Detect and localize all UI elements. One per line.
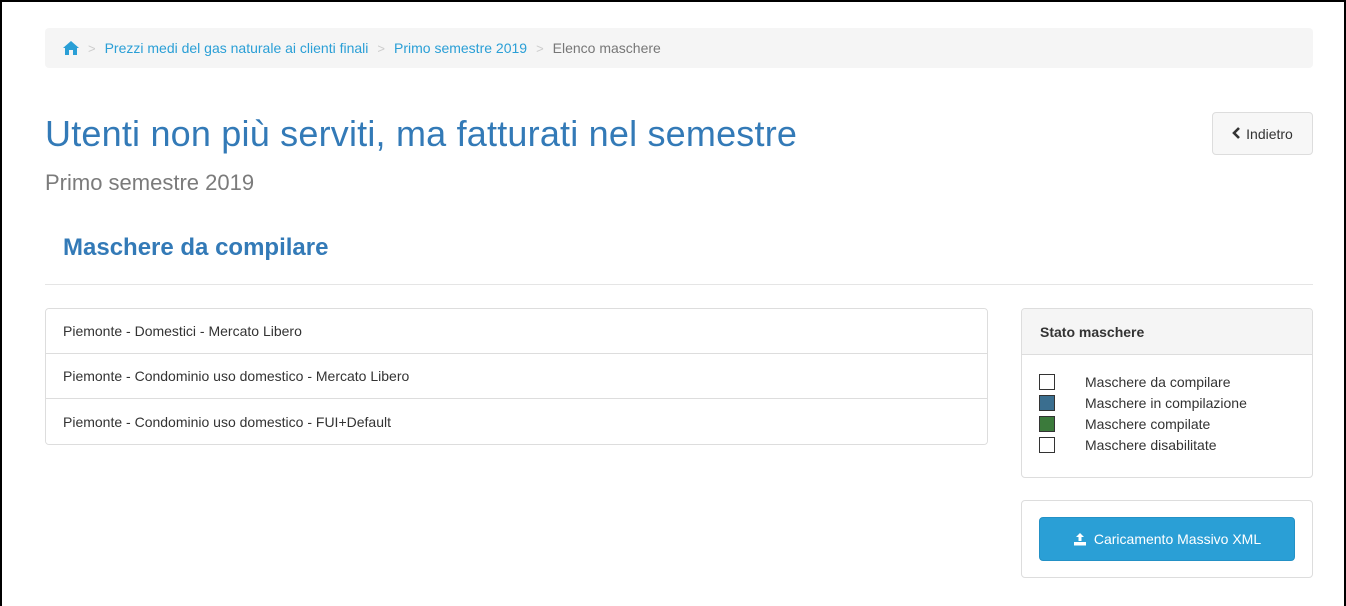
status-panel-title: Stato maschere [1022,309,1312,355]
back-button[interactable]: Indietro [1212,112,1313,155]
upload-icon [1073,532,1087,546]
bulk-xml-upload-button[interactable]: Caricamento Massivo XML [1039,517,1295,561]
legend-label: Maschere disabilitate [1085,436,1217,453]
legend-item: Maschere compilate [1039,413,1312,434]
divider [45,284,1313,285]
masks-list: Piemonte - Domestici - Mercato Libero Pi… [45,308,988,445]
breadcrumb: > Prezzi medi del gas naturale ai client… [45,28,1313,68]
legend-item: Maschere disabilitate [1039,434,1312,455]
list-item[interactable]: Piemonte - Condominio uso domestico - Me… [46,354,987,399]
breadcrumb-link-gas-prices[interactable]: Prezzi medi del gas naturale ai clienti … [105,40,369,56]
breadcrumb-separator: > [88,40,96,56]
legend-swatch-in-compilazione [1039,394,1055,411]
list-item[interactable]: Piemonte - Condominio uso domestico - FU… [46,399,987,444]
legend-swatch-disabilitate [1039,436,1055,453]
back-button-label: Indietro [1246,125,1293,142]
breadcrumb-separator: > [536,40,544,56]
home-icon[interactable] [63,41,79,55]
list-item[interactable]: Piemonte - Domestici - Mercato Libero [46,309,987,354]
legend-label: Maschere da compilare [1085,373,1231,390]
breadcrumb-current: Elenco maschere [552,40,661,56]
upload-panel: Caricamento Massivo XML [1021,500,1313,578]
chevron-left-icon [1232,126,1241,142]
page-subtitle: Primo semestre 2019 [45,170,255,195]
legend-label: Maschere compilate [1085,415,1211,432]
page-title: Utenti non più serviti, ma fatturati nel… [45,113,798,154]
status-legend: Maschere da compilare Maschere in compil… [1022,355,1312,455]
legend-swatch-da-compilare [1039,373,1055,390]
legend-item: Maschere in compilazione [1039,392,1312,413]
legend-label: Maschere in compilazione [1085,394,1247,411]
breadcrumb-separator: > [377,40,385,56]
breadcrumb-link-semester[interactable]: Primo semestre 2019 [394,40,527,56]
section-title: Maschere da compilare [63,234,329,261]
legend-swatch-compilate [1039,415,1055,432]
status-legend-panel: Stato maschere Maschere da compilare Mas… [1021,308,1313,478]
legend-item: Maschere da compilare [1039,371,1312,392]
upload-button-label: Caricamento Massivo XML [1093,531,1262,547]
